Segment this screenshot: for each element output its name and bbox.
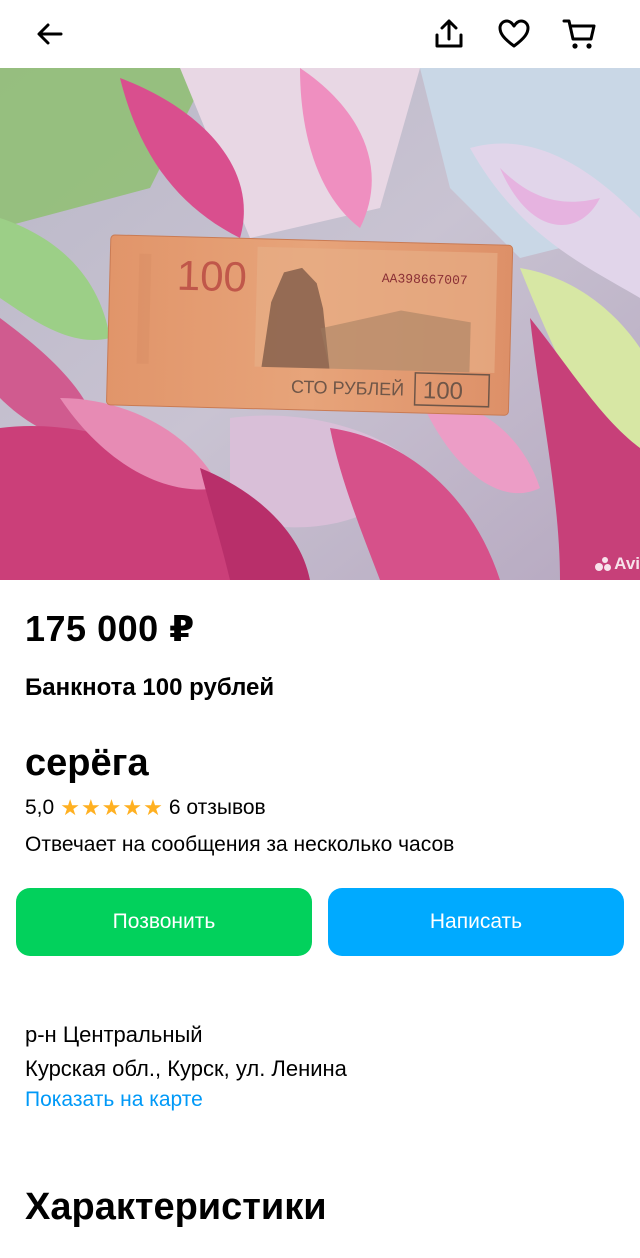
heart-icon — [498, 19, 530, 48]
top-app-bar — [0, 0, 640, 68]
photo-image: 100 АА398667007 СТО РУБЛЕЙ 100 — [0, 68, 640, 580]
reviews-count: 6 отзывов — [168, 796, 266, 819]
characteristics-heading: Характеристики — [25, 1186, 327, 1228]
share-icon — [435, 19, 463, 48]
seller-name[interactable]: серёга — [25, 742, 149, 785]
seller-rating[interactable]: 5,0 ★ ★ ★ ★ ★ 6 отзывов — [25, 796, 266, 820]
rating-value: 5,0 — [25, 796, 55, 819]
listing-title: Банкнота 100 рублей — [25, 674, 275, 701]
listing-photo[interactable]: 100 АА398667007 СТО РУБЛЕЙ 100 Avi — [0, 68, 640, 580]
star-icon: ★ — [122, 795, 143, 820]
banknote-denomination: 100 — [176, 252, 247, 301]
location-district: р-н Центральный — [25, 1022, 203, 1047]
cart-button[interactable] — [556, 10, 604, 58]
star-icon: ★ — [60, 795, 80, 820]
back-button[interactable] — [26, 10, 74, 58]
call-button[interactable]: Позвонить — [16, 888, 312, 956]
response-time: Отвечает на сообщения за несколько часов — [25, 833, 455, 856]
share-button[interactable] — [425, 10, 473, 58]
rating-stars: ★ ★ ★ ★ ★ — [60, 797, 163, 819]
arrow-left-icon — [37, 23, 63, 45]
banknote-text: СТО РУБЛЕЙ — [291, 376, 405, 400]
avito-logo-icon — [595, 557, 612, 571]
star-icon: ★ — [80, 795, 101, 820]
svg-text:100: 100 — [423, 377, 464, 405]
avito-watermark: Avi — [595, 554, 640, 574]
message-button[interactable]: Написать — [328, 888, 624, 956]
location-address: Курская обл., Курск, ул. Ленина — [25, 1056, 347, 1081]
show-on-map-link[interactable]: Показать на карте — [25, 1088, 203, 1112]
star-icon: ★ — [143, 795, 163, 820]
cart-icon — [562, 19, 596, 49]
star-icon: ★ — [101, 795, 122, 820]
favorite-button[interactable] — [490, 10, 538, 58]
banknote-serial: АА398667007 — [382, 271, 468, 288]
watermark-text: Avi — [614, 554, 640, 573]
listing-price: 175 000 ₽ — [25, 608, 195, 649]
